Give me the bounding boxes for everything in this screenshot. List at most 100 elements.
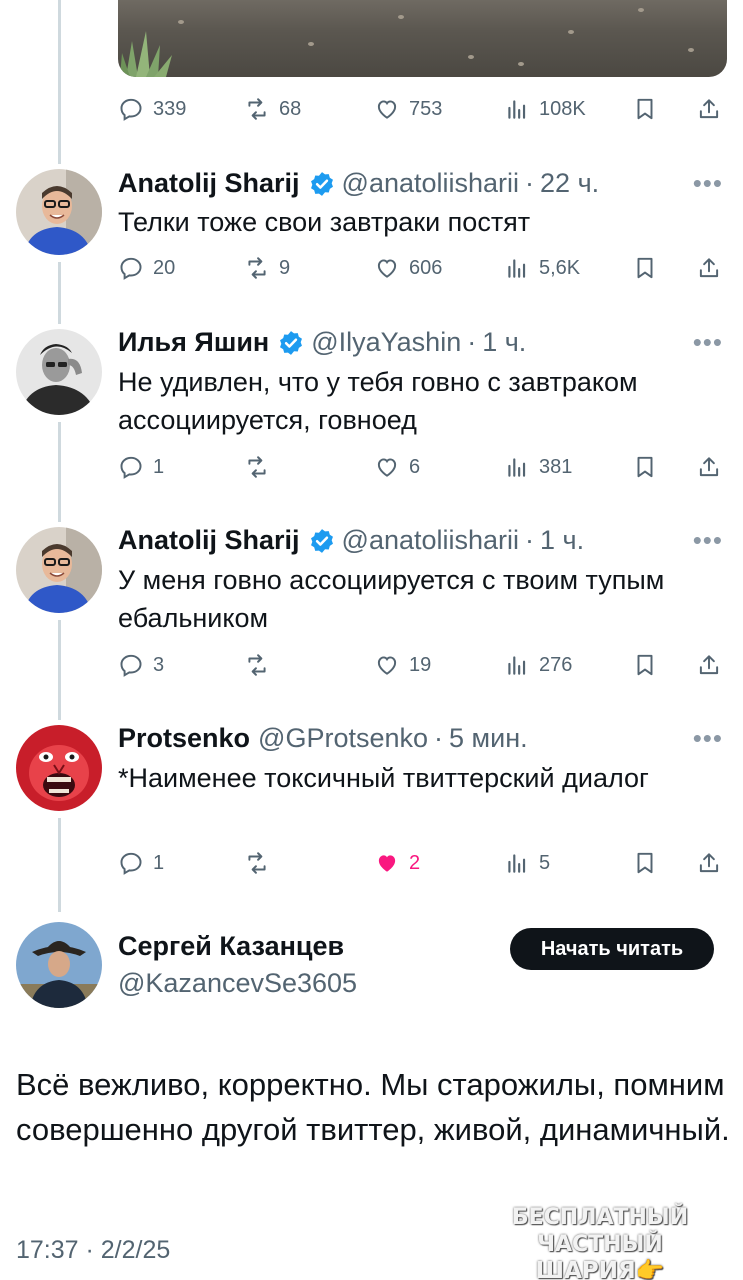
avatar[interactable]: [16, 527, 102, 613]
repost-button[interactable]: 9: [244, 250, 290, 286]
avatar-kazantsev-image: [16, 922, 102, 1008]
views-button[interactable]: 276: [504, 647, 572, 683]
repost-button[interactable]: [244, 647, 279, 683]
avatar-sharij-image: [16, 169, 102, 255]
watermark-line2: ШАРИЯ👉Sharij.net: [535, 1258, 665, 1280]
reply-button[interactable]: 1: [118, 845, 164, 881]
tweet-actions: 20 9 606 5,6K: [118, 250, 728, 286]
views-count: 381: [539, 455, 573, 478]
views-icon: [508, 854, 526, 873]
repost-button[interactable]: 68: [244, 91, 301, 127]
display-name[interactable]: Anatolij Sharij: [118, 168, 300, 199]
avatar[interactable]: [16, 169, 102, 255]
timestamp[interactable]: 5 мин.: [449, 723, 528, 754]
share-button[interactable]: [696, 91, 722, 127]
handle[interactable]: @GProtsenko: [258, 723, 428, 754]
repost-icon: [248, 654, 266, 676]
bookmark-icon: [637, 98, 653, 120]
reply-icon: [120, 98, 142, 121]
views-button[interactable]: 381: [504, 449, 572, 485]
avatar[interactable]: [16, 725, 102, 811]
views-button[interactable]: 108K: [504, 91, 586, 127]
repost-count: 9: [279, 256, 291, 279]
timestamp[interactable]: 1 ч.: [540, 525, 584, 556]
bookmark-icon: [637, 852, 653, 874]
follow-button[interactable]: Начать читать: [510, 928, 714, 970]
avatar[interactable]: [16, 922, 102, 1008]
tweet-actions: 3 19 276: [118, 647, 728, 683]
views-button[interactable]: 5: [504, 845, 550, 881]
more-options-icon[interactable]: •••: [693, 327, 723, 358]
like-button[interactable]: 2: [374, 845, 420, 881]
heart-icon: [377, 656, 397, 675]
separator-dot: ·: [525, 525, 535, 555]
repost-icon: [248, 98, 266, 120]
bookmark-button[interactable]: [632, 845, 658, 881]
handle[interactable]: @KazancevSe3605: [118, 968, 357, 999]
bookmark-button[interactable]: [632, 449, 658, 485]
repost-icon: [248, 257, 266, 279]
tweet-header: Protsenko @GProtsenko · 5 мин.: [118, 723, 528, 754]
thread-line: [58, 818, 61, 912]
repost-button[interactable]: [244, 845, 279, 881]
bookmark-button[interactable]: [632, 647, 658, 683]
tweet-photo[interactable]: [118, 0, 727, 77]
display-name[interactable]: Сергей Казанцев: [118, 931, 344, 962]
post-timestamp[interactable]: 17:37 · 2/2/25: [16, 1236, 170, 1265]
separator-dot: ·: [434, 723, 444, 753]
views-icon: [508, 100, 526, 119]
like-count: 2: [409, 851, 421, 874]
bookmark-button[interactable]: [632, 91, 658, 127]
share-button[interactable]: [696, 845, 722, 881]
share-button[interactable]: [696, 250, 722, 286]
like-button[interactable]: 19: [374, 647, 431, 683]
more-options-icon[interactable]: •••: [693, 525, 723, 556]
tweet-header: Илья Яшин @IlyaYashin · 1 ч.: [118, 327, 526, 358]
display-name[interactable]: Anatolij Sharij: [118, 525, 300, 556]
more-options-icon[interactable]: •••: [693, 168, 723, 199]
reply-count: 339: [153, 97, 187, 120]
reply-button[interactable]: 3: [118, 647, 164, 683]
bookmark-icon: [637, 456, 653, 478]
bookmark-button[interactable]: [632, 250, 658, 286]
thread-line: [58, 422, 61, 522]
more-options-icon[interactable]: •••: [693, 723, 723, 754]
heart-icon: [377, 259, 397, 278]
like-button[interactable]: 606: [374, 250, 442, 286]
separator-dot: ·: [525, 168, 535, 198]
heart-icon: [377, 100, 397, 119]
like-button[interactable]: 753: [374, 91, 442, 127]
reply-button[interactable]: 1: [118, 449, 164, 485]
share-button[interactable]: [696, 449, 722, 485]
reply-button[interactable]: 339: [118, 91, 186, 127]
timestamp[interactable]: 1 ч.: [482, 327, 526, 358]
views-count: 5,6K: [539, 256, 581, 279]
avatar-yashin-image: [16, 329, 102, 415]
like-button[interactable]: 6: [374, 449, 420, 485]
succulent-plant: [120, 31, 172, 77]
share-button[interactable]: [696, 647, 722, 683]
views-icon: [508, 259, 526, 278]
views-icon: [508, 458, 526, 477]
display-name[interactable]: Protsenko: [118, 723, 250, 754]
thread-line: [58, 0, 61, 164]
timestamp[interactable]: 22 ч.: [540, 168, 599, 199]
avatar[interactable]: [16, 329, 102, 415]
reply-count: 20: [153, 256, 176, 279]
display-name[interactable]: Илья Яшин: [118, 327, 269, 358]
reply-count: 3: [153, 653, 165, 676]
reply-button[interactable]: 20: [118, 250, 175, 286]
reply-count: 1: [153, 851, 165, 874]
like-count: 753: [409, 97, 443, 120]
bookmark-icon: [637, 654, 653, 676]
views-count: 5: [539, 851, 551, 874]
handle[interactable]: @anatoliisharii: [342, 168, 520, 199]
avatar-sharij-image: [16, 527, 102, 613]
share-icon: [699, 99, 719, 119]
handle[interactable]: @anatoliisharii: [342, 525, 520, 556]
handle[interactable]: @IlyaYashin: [311, 327, 461, 358]
share-icon: [699, 655, 719, 675]
reply-count: 1: [153, 455, 165, 478]
repost-button[interactable]: [244, 449, 279, 485]
views-button[interactable]: 5,6K: [504, 250, 580, 286]
